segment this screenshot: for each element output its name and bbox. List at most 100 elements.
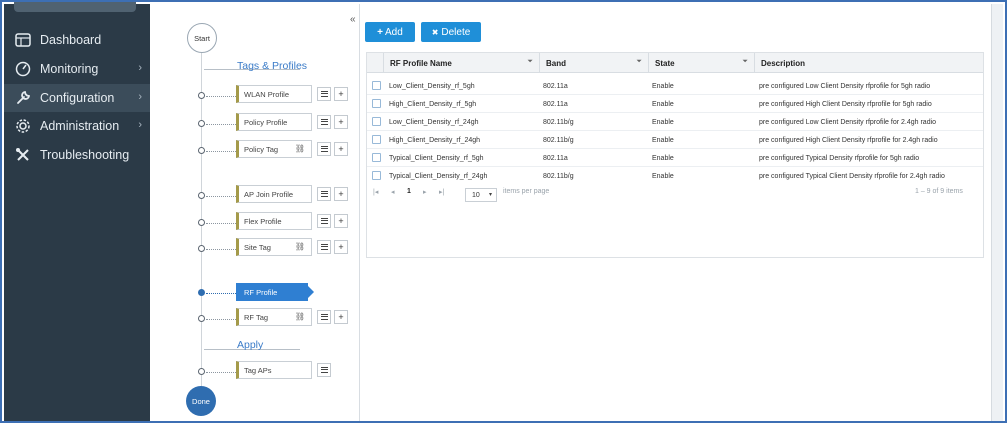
page-size-select[interactable]: 10 ▾ (465, 188, 497, 202)
list-button[interactable] (317, 310, 331, 324)
cell-rf-profile-name: Low_Client_Density_rf_5gh (389, 82, 475, 90)
step-rf-tag[interactable]: RF Tag ⛓ (236, 308, 312, 326)
close-icon: ✖ (431, 27, 439, 37)
sidebar-item-configuration[interactable]: Configuration › (4, 84, 150, 112)
step-dot (198, 92, 205, 99)
table-row[interactable]: Low_Client_Density_rf_24gh 802.11b/g Ena… (367, 113, 983, 131)
step-connector (206, 372, 236, 373)
step-connector (206, 196, 236, 197)
sidebar-search-input[interactable] (14, 2, 136, 12)
table-row[interactable]: High_Client_Density_rf_5gh 802.11a Enabl… (367, 95, 983, 113)
filter-icon[interactable]: ⏷ (527, 58, 533, 66)
column-header-label: Description (761, 58, 806, 68)
cell-description: pre configured Typical Density rfprofile… (759, 154, 920, 162)
section-title-apply: Apply (237, 339, 264, 351)
first-page-button[interactable]: |◂ (373, 188, 378, 196)
list-icon (320, 119, 328, 125)
step-dot (198, 245, 205, 252)
column-header-state[interactable]: State ⏷ (649, 53, 755, 73)
list-button[interactable] (317, 363, 331, 377)
step-connector (206, 96, 236, 97)
list-icon (320, 218, 328, 224)
step-ap-join-profile[interactable]: AP Join Profile (236, 185, 312, 203)
step-wlan-profile[interactable]: WLAN Profile (236, 85, 312, 103)
add-button-label: Add (385, 26, 403, 38)
next-page-button[interactable]: ▸ (423, 188, 427, 196)
step-dot (198, 147, 205, 154)
add-button[interactable]: + Add (365, 22, 415, 42)
sidebar-item-label: Administration (40, 119, 120, 133)
column-header-description[interactable]: Description (755, 53, 983, 73)
list-icon (320, 367, 328, 373)
section-title-tags-profiles: Tags & Profiles (237, 60, 308, 72)
filter-icon[interactable]: ⏷ (636, 58, 642, 66)
pager-summary: 1 – 9 of 9 items (915, 188, 963, 195)
cell-rf-profile-name: Typical_Client_Density_rf_5gh (389, 154, 484, 162)
table-header: RF Profile Name ⏷ Band ⏷ State ⏷ Descriptio… (367, 53, 983, 73)
sidebar-item-administration[interactable]: Administration › (4, 112, 150, 140)
collapse-icon[interactable]: « (350, 14, 356, 25)
cell-description: pre configured Low Client Density rfprof… (759, 82, 931, 90)
list-button[interactable] (317, 240, 331, 254)
add-button[interactable]: + (334, 87, 348, 101)
column-header-rf-profile-name[interactable]: RF Profile Name ⏷ (384, 53, 540, 73)
list-button[interactable] (317, 87, 331, 101)
list-button[interactable] (317, 115, 331, 129)
step-label: WLAN Profile (244, 89, 290, 99)
list-button[interactable] (317, 142, 331, 156)
step-policy-tag[interactable]: Policy Tag ⛓ (236, 140, 312, 158)
row-checkbox[interactable] (372, 117, 381, 126)
list-icon (320, 244, 328, 250)
list-icon (320, 146, 328, 152)
cell-band: 802.11a (543, 100, 568, 108)
table-row[interactable]: High_Client_Density_rf_24gh 802.11b/g En… (367, 131, 983, 149)
list-button[interactable] (317, 187, 331, 201)
step-flex-profile[interactable]: Flex Profile (236, 212, 312, 230)
sidebar-item-troubleshooting[interactable]: Troubleshooting (4, 141, 150, 169)
delete-button[interactable]: ✖ Delete (421, 22, 481, 42)
row-checkbox[interactable] (372, 135, 381, 144)
sidebar-item-dashboard[interactable]: Dashboard (4, 26, 150, 54)
current-page[interactable]: 1 (407, 188, 411, 195)
plus-icon: + (377, 26, 384, 38)
link-icon: ⛓ (294, 242, 305, 251)
step-dot (198, 315, 205, 322)
add-button[interactable]: + (334, 142, 348, 156)
list-icon (320, 91, 328, 97)
last-page-button[interactable]: ▸| (439, 188, 444, 196)
step-dot (198, 219, 205, 226)
column-header-band[interactable]: Band ⏷ (540, 53, 649, 73)
prev-page-button[interactable]: ◂ (391, 188, 395, 196)
table-row[interactable]: Typical_Client_Density_rf_5gh 802.11a En… (367, 149, 983, 167)
add-button[interactable]: + (334, 310, 348, 324)
row-checkbox[interactable] (372, 81, 381, 90)
list-button[interactable] (317, 214, 331, 228)
step-policy-profile[interactable]: Policy Profile (236, 113, 312, 131)
cell-rf-profile-name: High_Client_Density_rf_24gh (389, 136, 481, 144)
column-header-label: State (655, 58, 675, 68)
sidebar-item-monitoring[interactable]: Monitoring › (4, 55, 150, 83)
add-button[interactable]: + (334, 115, 348, 129)
step-connector (206, 223, 236, 224)
step-label: Policy Profile (244, 117, 288, 127)
wizard-done[interactable]: Done (186, 386, 216, 416)
sidebar: Dashboard Monitoring › Configuration › A… (4, 2, 150, 421)
chevron-right-icon: › (138, 119, 142, 131)
sidebar-item-label: Dashboard (40, 33, 102, 47)
add-button[interactable]: + (334, 187, 348, 201)
add-button[interactable]: + (334, 240, 348, 254)
step-rf-profile[interactable]: RF Profile (236, 283, 308, 301)
step-tag-aps[interactable]: Tag APs (236, 361, 312, 379)
row-checkbox[interactable] (372, 153, 381, 162)
cell-state: Enable (652, 154, 674, 162)
cell-band: 802.11a (543, 154, 568, 162)
delete-button-label: Delete (441, 26, 471, 38)
step-site-tag[interactable]: Site Tag ⛓ (236, 238, 312, 256)
table-row[interactable]: Low_Client_Density_rf_5gh 802.11a Enable… (367, 77, 983, 95)
wizard-start: Start (187, 23, 217, 53)
row-checkbox[interactable] (372, 171, 381, 180)
row-checkbox[interactable] (372, 99, 381, 108)
step-dot (198, 368, 205, 375)
add-button[interactable]: + (334, 214, 348, 228)
filter-icon[interactable]: ⏷ (742, 58, 748, 66)
